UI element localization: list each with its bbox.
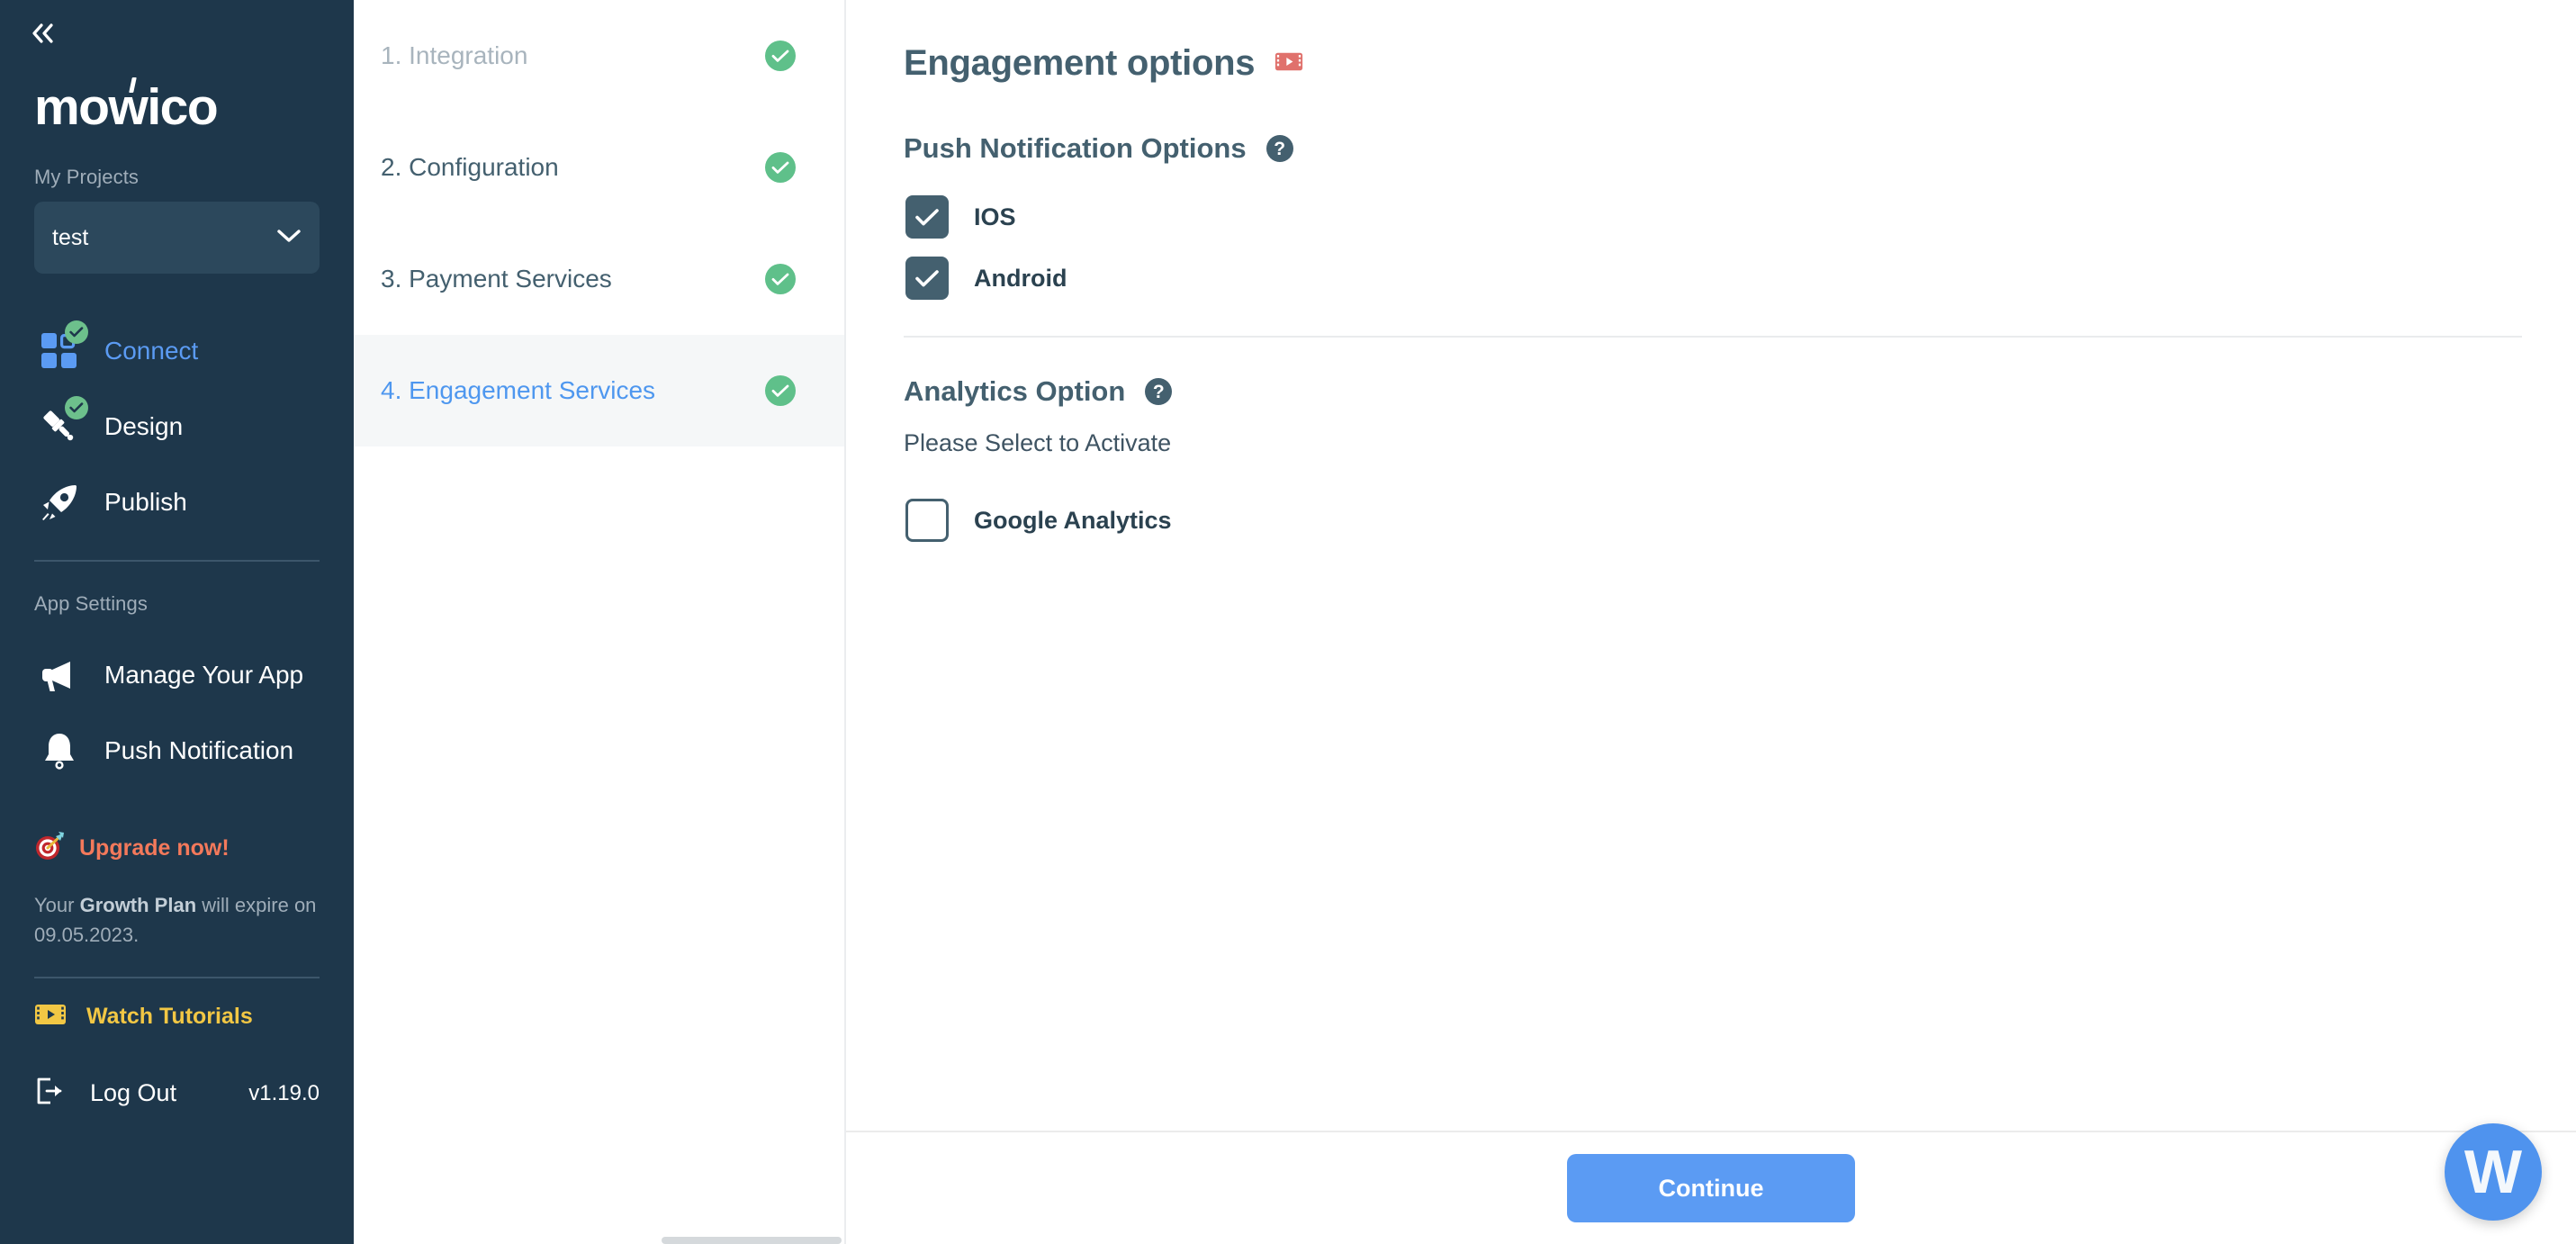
sidebar-item-label: Manage Your App	[104, 661, 304, 689]
rocket-icon	[34, 477, 85, 527]
step-label: 2. Configuration	[381, 153, 559, 181]
page-title-text: Engagement options	[904, 43, 1256, 83]
upgrade-now-label: Upgrade now!	[79, 835, 230, 861]
sidebar-divider-bottom	[34, 977, 320, 978]
plan-expiry-note: Your Growth Plan will expire on 09.05.20…	[34, 890, 320, 950]
google-analytics-checkbox[interactable]	[905, 499, 949, 542]
app-version: v1.19.0	[248, 1080, 320, 1105]
step-item-configuration[interactable]: 2. Configuration	[354, 112, 844, 223]
app-root: mowico My Projects test Connect Design P…	[0, 0, 2576, 1244]
step-complete-check-icon	[765, 375, 796, 406]
main-body: Engagement options Push Notification Opt…	[846, 0, 2576, 1131]
sidebar-item-push-notification[interactable]: Push Notification	[34, 713, 320, 789]
analytics-section-head: Analytics Option ?	[904, 375, 2522, 408]
video-ticket-icon	[34, 1002, 67, 1032]
step-item-engagement-services[interactable]: 4. Engagement Services	[354, 335, 844, 446]
logout-row: Log Out v1.19.0	[34, 1075, 320, 1112]
mowico-logo: mowico	[34, 77, 320, 136]
sidebar: mowico My Projects test Connect Design P…	[0, 0, 354, 1244]
question-mark-icon[interactable]: ?	[1145, 378, 1173, 405]
step-complete-check-icon	[765, 152, 796, 183]
step-complete-check-icon	[765, 41, 796, 71]
project-select-value: test	[52, 224, 89, 250]
google-analytics-checkbox-label: Google Analytics	[974, 506, 1172, 534]
logo-text: mowico	[34, 77, 219, 136]
checkbox-row-android: Android	[904, 248, 2522, 309]
analytics-note: Please Select to Activate	[904, 429, 1172, 456]
horizontal-scrollbar[interactable]	[662, 1237, 842, 1244]
step-label: 1. Integration	[381, 41, 528, 69]
push-section-head: Push Notification Options ?	[904, 132, 2522, 165]
ios-checkbox-label: IOS	[974, 203, 1016, 230]
video-ticket-icon[interactable]	[1274, 50, 1303, 77]
sidebar-collapse-button[interactable]	[18, 13, 68, 58]
step-item-payment-services[interactable]: 3. Payment Services	[354, 223, 844, 335]
sidebar-item-connect[interactable]: Connect	[34, 313, 320, 389]
app-settings-label: App Settings	[34, 592, 148, 615]
question-mark-icon[interactable]: ?	[1265, 135, 1293, 162]
plan-note-prefix: Your	[34, 894, 80, 916]
push-notification-section: Push Notification Options ? IOS Android	[904, 132, 2522, 309]
logout-label[interactable]: Log Out	[90, 1079, 176, 1107]
main-content: Engagement options Push Notification Opt…	[846, 0, 2576, 1244]
sidebar-item-label: Push Notification	[104, 736, 294, 764]
step-item-integration[interactable]: 1. Integration	[354, 0, 844, 112]
logout-icon[interactable]	[34, 1075, 67, 1112]
upgrade-block: Upgrade now! Your Growth Plan will expir…	[34, 830, 320, 950]
grid-blocks-icon	[34, 320, 88, 376]
chevrons-left-icon	[30, 23, 57, 48]
support-widget-button[interactable]: W	[2445, 1123, 2542, 1221]
paint-brush-icon	[34, 396, 88, 452]
completed-check-badge	[65, 320, 88, 344]
main-footer: Continue	[846, 1131, 2576, 1244]
sidebar-item-label: Connect	[104, 337, 199, 365]
section-divider	[904, 336, 2522, 338]
sidebar-divider-top	[34, 560, 320, 562]
step-label: 4. Engagement Services	[381, 376, 656, 404]
checkbox-row-ios: IOS	[904, 186, 2522, 248]
completed-check-badge	[65, 396, 88, 419]
watch-tutorials-label: Watch Tutorials	[86, 1004, 253, 1029]
settings-nav: Manage Your App Push Notification	[34, 637, 320, 789]
sidebar-item-manage-your-app[interactable]: Manage Your App	[34, 637, 320, 713]
sidebar-item-label: Design	[104, 412, 184, 440]
continue-button[interactable]: Continue	[1567, 1154, 1855, 1222]
support-widget-letter: W	[2463, 1138, 2523, 1206]
page-title: Engagement options	[904, 43, 2522, 84]
steps-column: 1. Integration 2. Configuration 3. Payme…	[354, 0, 846, 1244]
push-section-heading: Push Notification Options	[904, 132, 1247, 164]
sidebar-item-label: Publish	[104, 488, 187, 516]
sidebar-item-design[interactable]: Design	[34, 389, 320, 464]
android-checkbox[interactable]	[905, 257, 949, 300]
primary-nav: Connect Design Publish	[34, 313, 320, 540]
android-checkbox-label: Android	[974, 264, 1067, 292]
checkbox-row-google-analytics: Google Analytics	[904, 490, 2522, 551]
step-complete-check-icon	[765, 264, 796, 294]
watch-tutorials-link[interactable]: Watch Tutorials	[34, 1002, 320, 1032]
my-projects-label: My Projects	[34, 166, 140, 188]
project-select[interactable]: test	[34, 202, 320, 274]
upgrade-now-link[interactable]: Upgrade now!	[34, 830, 320, 867]
bell-icon	[34, 726, 85, 776]
megaphone-icon	[34, 650, 85, 700]
analytics-section: Analytics Option ? Please Select to Acti…	[904, 375, 2522, 551]
step-label: 3. Payment Services	[381, 265, 612, 293]
ios-checkbox[interactable]	[905, 195, 949, 239]
plan-name: Growth Plan	[79, 894, 197, 916]
analytics-section-heading: Analytics Option	[904, 375, 1126, 407]
chevron-down-icon	[276, 228, 302, 248]
dart-target-icon	[34, 830, 67, 867]
sidebar-item-publish[interactable]: Publish	[34, 464, 320, 540]
